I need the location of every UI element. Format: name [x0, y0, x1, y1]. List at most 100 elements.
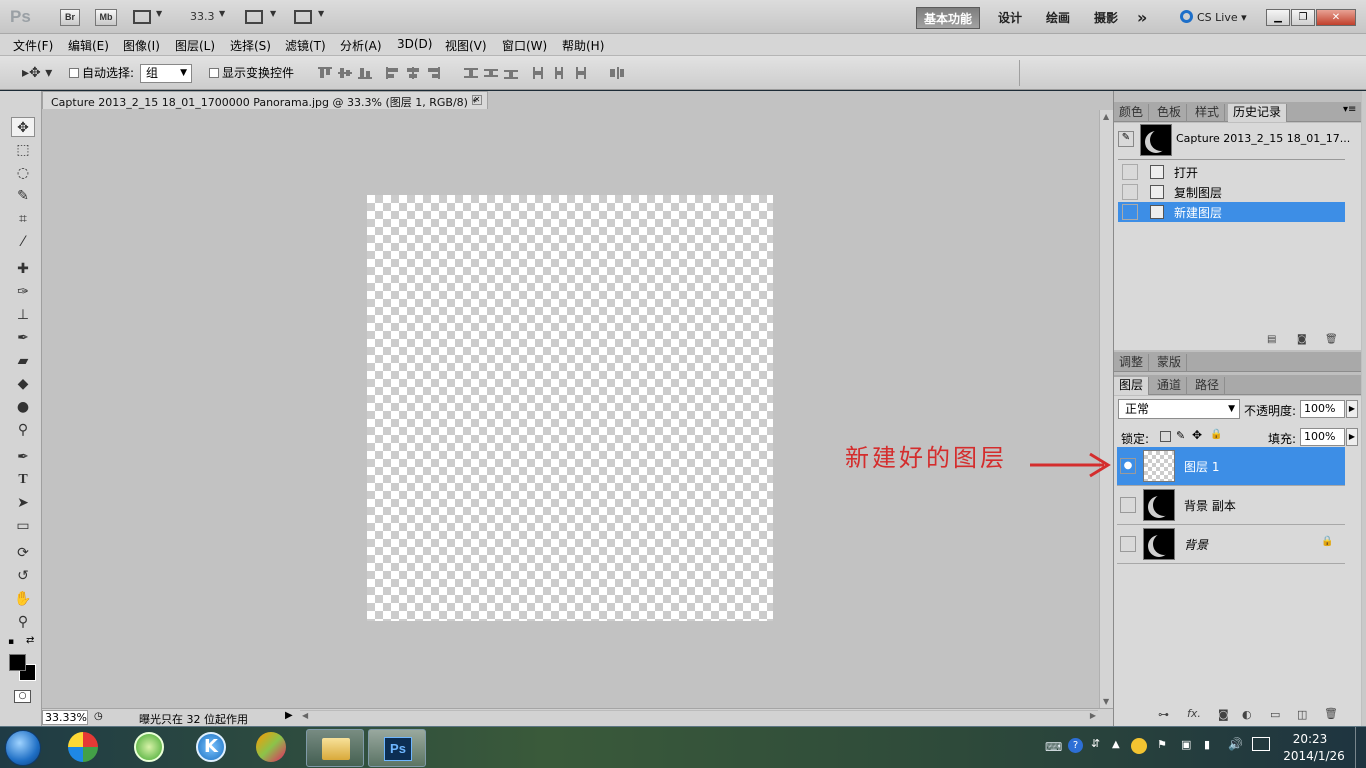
- lock-pixels-icon[interactable]: ✎: [1176, 429, 1185, 442]
- pen-tool-icon[interactable]: ✒: [11, 447, 35, 467]
- opacity-input[interactable]: 100%: [1300, 400, 1345, 418]
- menu-edit[interactable]: 编辑(E): [68, 37, 109, 54]
- layer-row[interactable]: 背景 副本: [1117, 486, 1345, 525]
- view-extras-icon[interactable]: [133, 10, 151, 24]
- tab-styles[interactable]: 样式: [1190, 104, 1226, 122]
- panel-scrollbar[interactable]: [1362, 91, 1366, 726]
- distribute-right-icon[interactable]: [572, 67, 586, 79]
- restore-button[interactable]: ❐: [1291, 9, 1315, 26]
- start-button[interactable]: [5, 730, 41, 766]
- menu-view[interactable]: 视图(V): [445, 37, 487, 54]
- workspace-photography[interactable]: 摄影: [1087, 7, 1125, 29]
- visibility-toggle[interactable]: [1120, 497, 1136, 513]
- menu-filter[interactable]: 滤镜(T): [285, 37, 326, 54]
- minimize-button[interactable]: ▁: [1266, 9, 1290, 26]
- distribute-top-icon[interactable]: [464, 67, 478, 79]
- arrange-documents-icon[interactable]: [245, 10, 263, 24]
- action-center-icon[interactable]: ⚑: [1157, 738, 1167, 751]
- tab-adjustments[interactable]: 调整: [1114, 354, 1150, 372]
- network-icon[interactable]: ▮: [1204, 738, 1210, 751]
- chevron-down-icon[interactable]: ▼: [270, 9, 276, 18]
- history-state[interactable]: 打开: [1118, 162, 1345, 182]
- close-icon[interactable]: ✕: [472, 95, 482, 105]
- scroll-up-icon[interactable]: ▲: [1103, 112, 1109, 121]
- blend-mode-dropdown[interactable]: 正常 ▼: [1118, 399, 1240, 419]
- screen-mode-icon[interactable]: [294, 10, 312, 24]
- shape-tool-icon[interactable]: ▭: [11, 516, 35, 536]
- visibility-toggle[interactable]: [1120, 536, 1136, 552]
- tray-app-icon[interactable]: [1131, 738, 1147, 754]
- history-state[interactable]: 复制图层: [1118, 182, 1345, 202]
- new-layer-icon[interactable]: ◫: [1297, 708, 1307, 721]
- auto-align-layers-icon[interactable]: [610, 67, 624, 79]
- menu-select[interactable]: 选择(S): [230, 37, 271, 54]
- lock-position-icon[interactable]: ✥: [1192, 428, 1202, 442]
- 3d-rotate-tool-icon[interactable]: ⟳: [11, 543, 35, 563]
- link-layers-icon[interactable]: ⊶: [1158, 708, 1169, 721]
- menu-analysis[interactable]: 分析(A): [340, 37, 382, 54]
- panel-menu-icon[interactable]: ▾≡: [1343, 104, 1356, 115]
- workspace-essentials[interactable]: 基本功能: [916, 7, 981, 29]
- app-icon-refresh[interactable]: [134, 732, 164, 762]
- new-document-from-state-icon[interactable]: ▤: [1267, 334, 1276, 345]
- crop-tool-icon[interactable]: ⌗: [11, 209, 35, 229]
- snapshot-name[interactable]: Capture 2013_2_15 18_01_17...: [1176, 132, 1350, 145]
- status-info-icon[interactable]: ◷: [94, 711, 103, 722]
- align-hcenter-icon[interactable]: [406, 67, 420, 79]
- app-icon-colorful[interactable]: [256, 732, 286, 762]
- adjustment-layer-icon[interactable]: ◐: [1242, 708, 1252, 721]
- menu-file[interactable]: 文件(F): [13, 37, 53, 54]
- align-top-icon[interactable]: [318, 67, 332, 79]
- distribute-bottom-icon[interactable]: [504, 67, 518, 79]
- fx-icon[interactable]: fx.: [1187, 707, 1201, 720]
- vertical-scrollbar[interactable]: ▲ ▼: [1099, 110, 1113, 708]
- app-icon-pinwheel[interactable]: [68, 732, 98, 762]
- clone-stamp-tool-icon[interactable]: ⊥: [11, 305, 35, 325]
- transparent-canvas[interactable]: [367, 195, 773, 621]
- show-hidden-icons[interactable]: ▲: [1112, 739, 1120, 750]
- zoom-level[interactable]: 33.3: [190, 10, 215, 23]
- align-right-icon[interactable]: [426, 67, 440, 79]
- zoom-tool-icon[interactable]: ⚲: [11, 612, 35, 632]
- show-transform-checkbox[interactable]: [209, 68, 219, 78]
- align-vcenter-icon[interactable]: [338, 67, 352, 79]
- taskbar-explorer[interactable]: [306, 729, 364, 767]
- tray-arrow-icon[interactable]: ⇵: [1091, 737, 1100, 750]
- quick-mask-icon[interactable]: ○: [14, 690, 31, 703]
- marquee-tool-icon[interactable]: ⬚: [11, 140, 35, 160]
- distribute-vcenter-icon[interactable]: [484, 67, 498, 79]
- new-group-icon[interactable]: ▭: [1270, 708, 1280, 721]
- auto-select-dropdown[interactable]: 组 ▼: [140, 64, 192, 83]
- tab-swatches[interactable]: 色板: [1152, 104, 1188, 122]
- scroll-down-icon[interactable]: ▼: [1103, 697, 1109, 706]
- menu-layer[interactable]: 图层(L): [175, 37, 215, 54]
- workspace-painting[interactable]: 绘画: [1039, 7, 1077, 29]
- scroll-right-icon[interactable]: ▶: [1090, 711, 1096, 720]
- show-desktop-button[interactable]: [1355, 727, 1366, 768]
- horizontal-scrollbar[interactable]: ◀ ▶: [300, 710, 1098, 724]
- lock-all-icon[interactable]: 🔒: [1210, 429, 1222, 440]
- more-workspaces-button[interactable]: »: [1130, 7, 1154, 29]
- hand-tool-icon[interactable]: ✋: [11, 589, 35, 609]
- document-tab[interactable]: Capture 2013_2_15 18_01_1700000 Panorama…: [42, 91, 488, 109]
- device-icon[interactable]: ▣: [1181, 738, 1191, 751]
- status-zoom-field[interactable]: 33.33%: [42, 710, 88, 725]
- taskbar-photoshop[interactable]: Ps: [368, 729, 426, 767]
- layer-row[interactable]: 背景 🔒: [1117, 525, 1345, 564]
- keyboard-icon[interactable]: ⌨: [1045, 740, 1062, 754]
- clock-time[interactable]: 20:23: [1284, 732, 1336, 746]
- distribute-left-icon[interactable]: [532, 67, 546, 79]
- tab-layers[interactable]: 图层: [1114, 377, 1150, 395]
- mini-bridge-button[interactable]: Mb: [95, 9, 117, 26]
- type-tool-icon[interactable]: T: [11, 470, 35, 490]
- menu-window[interactable]: 窗口(W): [502, 37, 547, 54]
- chevron-down-icon[interactable]: ▼: [318, 9, 324, 18]
- default-colors-icon[interactable]: ▪: [8, 637, 14, 647]
- scroll-left-icon[interactable]: ◀: [302, 711, 308, 720]
- workspace-design[interactable]: 设计: [991, 7, 1029, 29]
- bridge-button[interactable]: Br: [60, 9, 80, 26]
- move-tool-icon[interactable]: ✥: [11, 117, 35, 137]
- history-brush-source-icon[interactable]: ✎: [1118, 131, 1134, 147]
- path-selection-tool-icon[interactable]: ➤: [11, 493, 35, 513]
- delete-layer-icon[interactable]: 🗑: [1324, 707, 1338, 720]
